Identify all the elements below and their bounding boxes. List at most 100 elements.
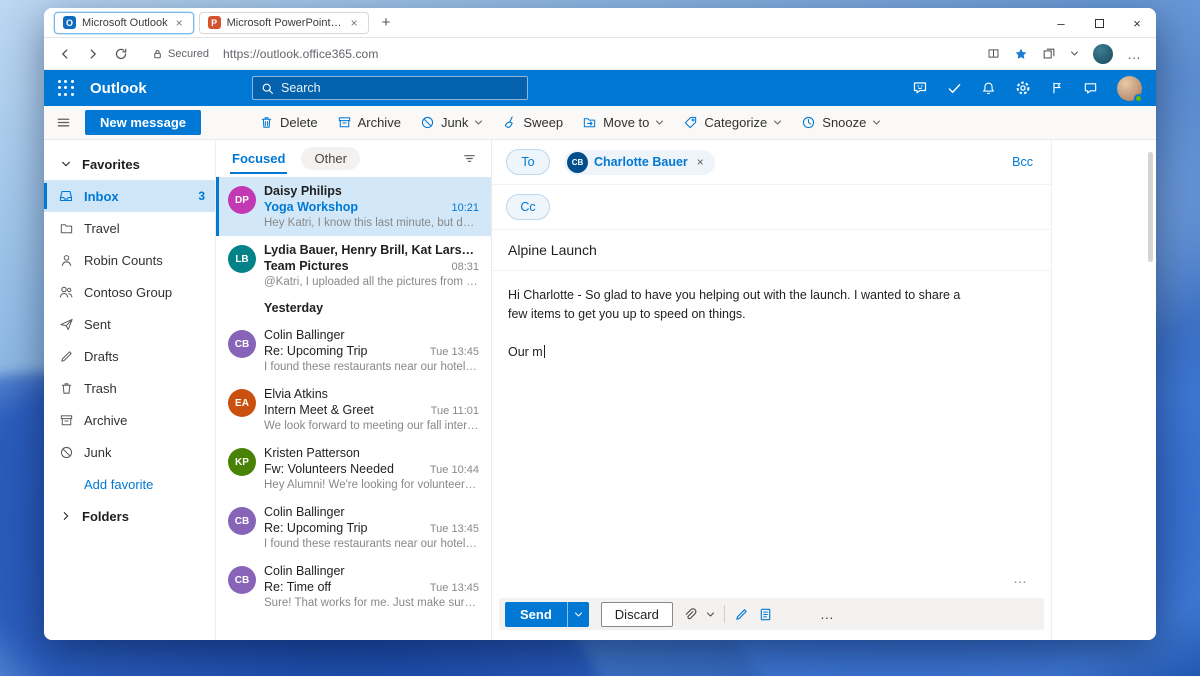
feedback-icon[interactable] [1083, 81, 1098, 96]
browser-more-menu-icon[interactable]: … [1127, 46, 1142, 62]
new-message-button[interactable]: New message [85, 110, 201, 135]
email-preview: Hey Katri, I know this last minute, but … [264, 216, 479, 231]
sidebar-item-contoso-group[interactable]: Contoso Group [44, 276, 215, 308]
hamburger-menu-icon[interactable] [56, 115, 71, 130]
sidebar-item-label: Drafts [84, 349, 119, 364]
email-list-item[interactable]: CB Colin Ballinger Re: Upcoming Trip Tue… [216, 498, 491, 557]
email-time: Tue 13:45 [430, 580, 479, 596]
attach-options-chevron[interactable] [706, 610, 715, 619]
back-icon[interactable] [58, 47, 72, 61]
sidebar-item-robin-counts[interactable]: Robin Counts [44, 244, 215, 276]
email-preview: @Katri, I uploaded all the pictures from… [264, 275, 479, 290]
add-favorite-link[interactable]: Add favorite [44, 468, 215, 500]
sidebar-item-archive[interactable]: Archive [44, 404, 215, 436]
text-caret [544, 345, 545, 358]
scrollbar[interactable] [1148, 152, 1153, 262]
delete-button[interactable]: Delete [259, 115, 318, 130]
tab-close-icon[interactable]: × [349, 16, 360, 30]
search-input[interactable] [281, 81, 519, 95]
sidebar-item-drafts[interactable]: Drafts [44, 340, 215, 372]
send-button[interactable]: Send [505, 602, 567, 627]
tasks-check-icon[interactable] [947, 81, 962, 96]
email-list-item[interactable]: LB Lydia Bauer, Henry Brill, Kat Larsson… [216, 236, 491, 295]
email-time: Tue 10:44 [430, 462, 479, 478]
unread-count-badge: 3 [198, 189, 205, 203]
action-label: Delete [280, 115, 318, 130]
email-list-item[interactable]: CB Colin Ballinger Re: Upcoming Trip Tue… [216, 321, 491, 380]
email-list-item[interactable]: EA Elvia Atkins Intern Meet & Greet Tue … [216, 380, 491, 439]
collections-icon[interactable] [1042, 47, 1056, 61]
forward-icon[interactable] [86, 47, 100, 61]
remove-recipient-icon[interactable]: × [694, 155, 707, 169]
to-field-row: To CB Charlotte Bauer × Bcc [492, 140, 1051, 185]
tab-close-icon[interactable]: × [174, 16, 185, 30]
archive-button[interactable]: Archive [337, 115, 401, 130]
message-body-editor[interactable]: Hi Charlotte - So glad to have you helpi… [492, 271, 1051, 377]
notes-clipboard-icon[interactable] [758, 607, 773, 622]
sidebar-item-sent[interactable]: Sent [44, 308, 215, 340]
move-to-button[interactable]: Move to [582, 115, 664, 130]
inbox-tabs: Focused Other [216, 140, 491, 177]
recipient-chip[interactable]: CB Charlotte Bauer × [564, 150, 715, 175]
url-text[interactable]: https://outlook.office365.com [223, 47, 378, 61]
sidebar-item-travel[interactable]: Travel [44, 212, 215, 244]
notifications-bell-icon[interactable] [981, 81, 996, 96]
security-indicator[interactable]: Secured [152, 48, 209, 60]
app-launcher-icon[interactable] [44, 70, 88, 106]
favorites-star-icon[interactable] [1014, 47, 1028, 61]
sender-avatar: CB [228, 330, 256, 358]
message-options-icon[interactable]: … [492, 570, 1051, 594]
chevron-down-icon[interactable] [1070, 49, 1079, 58]
other-tab[interactable]: Other [301, 147, 360, 170]
tab-microsoft-powerpoint[interactable]: P Microsoft PowerPoint Online × [199, 12, 369, 34]
sweep-button[interactable]: Sweep [502, 115, 563, 130]
tab-microsoft-outlook[interactable]: O Microsoft Outlook × [54, 12, 194, 34]
browser-address-bar: Secured https://outlook.office365.com … [44, 38, 1156, 70]
email-subject: Re: Time off [264, 579, 422, 595]
snooze-button[interactable]: Snooze [801, 115, 881, 130]
send-options-chevron[interactable] [567, 602, 589, 627]
discard-button[interactable]: Discard [601, 602, 673, 627]
chevron-down-icon [655, 118, 664, 127]
folders-section-header[interactable]: Folders [44, 500, 215, 532]
user-avatar[interactable] [1117, 76, 1142, 101]
more-compose-options-icon[interactable]: … [820, 606, 836, 622]
cc-button[interactable]: Cc [506, 194, 550, 220]
cc-field-row: Cc [492, 185, 1051, 230]
sidebar-item-inbox[interactable]: Inbox 3 [44, 180, 215, 212]
attach-file-button[interactable] [682, 607, 697, 622]
whats-new-flag-icon[interactable] [1050, 81, 1064, 95]
email-sender: Daisy Philips [264, 184, 479, 199]
bcc-button[interactable]: Bcc [1012, 155, 1037, 169]
to-button[interactable]: To [506, 149, 550, 175]
categorize-button[interactable]: Categorize [683, 115, 782, 130]
minimize-button[interactable]: – [1042, 8, 1080, 38]
email-list-item[interactable]: CB Colin Ballinger Re: Time off Tue 13:4… [216, 557, 491, 616]
browser-profile-avatar[interactable] [1093, 44, 1113, 64]
chat-icon[interactable] [912, 80, 928, 96]
maximize-button[interactable] [1080, 8, 1118, 38]
favorites-section-header[interactable]: Favorites [44, 148, 215, 180]
junk-button[interactable]: Junk [420, 115, 483, 130]
trash-icon [259, 115, 274, 130]
action-label: Snooze [822, 115, 866, 130]
filter-icon[interactable] [462, 151, 477, 166]
chevron-down-icon [474, 118, 483, 127]
settings-gear-icon[interactable] [1015, 80, 1031, 96]
address-bar-actions: … [987, 44, 1142, 64]
focused-tab[interactable]: Focused [230, 143, 287, 174]
pen-draw-icon[interactable] [734, 607, 749, 622]
close-button[interactable]: × [1118, 8, 1156, 38]
new-tab-button[interactable]: + [374, 14, 399, 31]
search-bar[interactable] [252, 76, 528, 100]
email-list-item[interactable]: KP Kristen Patterson Fw: Volunteers Need… [216, 439, 491, 498]
sidebar-item-trash[interactable]: Trash [44, 372, 215, 404]
sender-avatar: LB [228, 245, 256, 273]
reading-mode-icon[interactable] [987, 47, 1000, 60]
refresh-icon[interactable] [114, 47, 128, 61]
subject-field[interactable]: Alpine Launch [492, 230, 1051, 271]
sidebar-item-junk[interactable]: Junk [44, 436, 215, 468]
sidebar-item-label: Archive [84, 413, 127, 428]
email-list-item[interactable]: DP Daisy Philips Yoga Workshop 10:21 Hey… [216, 177, 491, 236]
email-time: 08:31 [451, 259, 479, 275]
